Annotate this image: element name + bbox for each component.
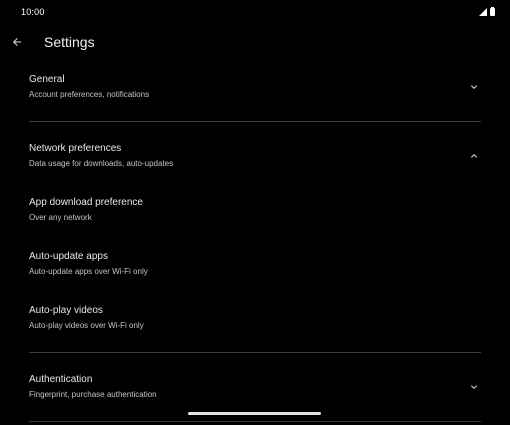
status-icons [479, 7, 495, 16]
status-time: 10:00 [21, 7, 45, 17]
battery-icon [490, 7, 495, 16]
navigation-handle[interactable] [188, 412, 321, 415]
auto-play-videos-item[interactable]: Auto-play videos Auto-play videos over W… [29, 305, 481, 335]
divider [29, 421, 481, 422]
page-title: Settings [44, 34, 95, 50]
authentication-title: Authentication [29, 374, 93, 385]
app-bar: Settings [0, 26, 510, 60]
chevron-up-icon [471, 154, 477, 158]
divider [29, 352, 481, 353]
signal-icon [479, 8, 487, 16]
auto-update-apps-subtitle: Auto-update apps over Wi-Fi only [29, 267, 148, 276]
auto-play-videos-title: Auto-play videos [29, 305, 103, 316]
authentication-subtitle: Fingerprint, purchase authentication [29, 390, 157, 399]
authentication-section[interactable]: Authentication Fingerprint, purchase aut… [29, 374, 481, 404]
chevron-down-icon [471, 85, 477, 89]
settings-screen: 10:00 Settings General Account preferenc… [0, 0, 510, 425]
divider [29, 121, 481, 122]
general-subtitle: Account preferences, notifications [29, 90, 150, 99]
authentication-expand[interactable] [467, 380, 481, 394]
network-preferences-collapse[interactable] [467, 149, 481, 163]
auto-play-videos-subtitle: Auto-play videos over Wi-Fi only [29, 321, 144, 330]
general-section[interactable]: General Account preferences, notificatio… [29, 74, 481, 104]
app-download-preference-subtitle: Over any network [29, 213, 92, 222]
arrow-left-icon [13, 38, 21, 46]
chevron-down-icon [471, 385, 477, 389]
back-button[interactable] [6, 31, 28, 53]
general-title: General [29, 74, 65, 85]
auto-update-apps-item[interactable]: Auto-update apps Auto-update apps over W… [29, 251, 481, 281]
network-preferences-title: Network preferences [29, 143, 122, 154]
auto-update-apps-title: Auto-update apps [29, 251, 108, 262]
general-expand[interactable] [467, 80, 481, 94]
status-bar: 10:00 [0, 0, 510, 26]
app-download-preference-title: App download preference [29, 197, 143, 208]
app-download-preference-item[interactable]: App download preference Over any network [29, 197, 481, 227]
network-preferences-section[interactable]: Network preferences Data usage for downl… [29, 143, 481, 173]
network-preferences-subtitle: Data usage for downloads, auto-updates [29, 159, 174, 168]
